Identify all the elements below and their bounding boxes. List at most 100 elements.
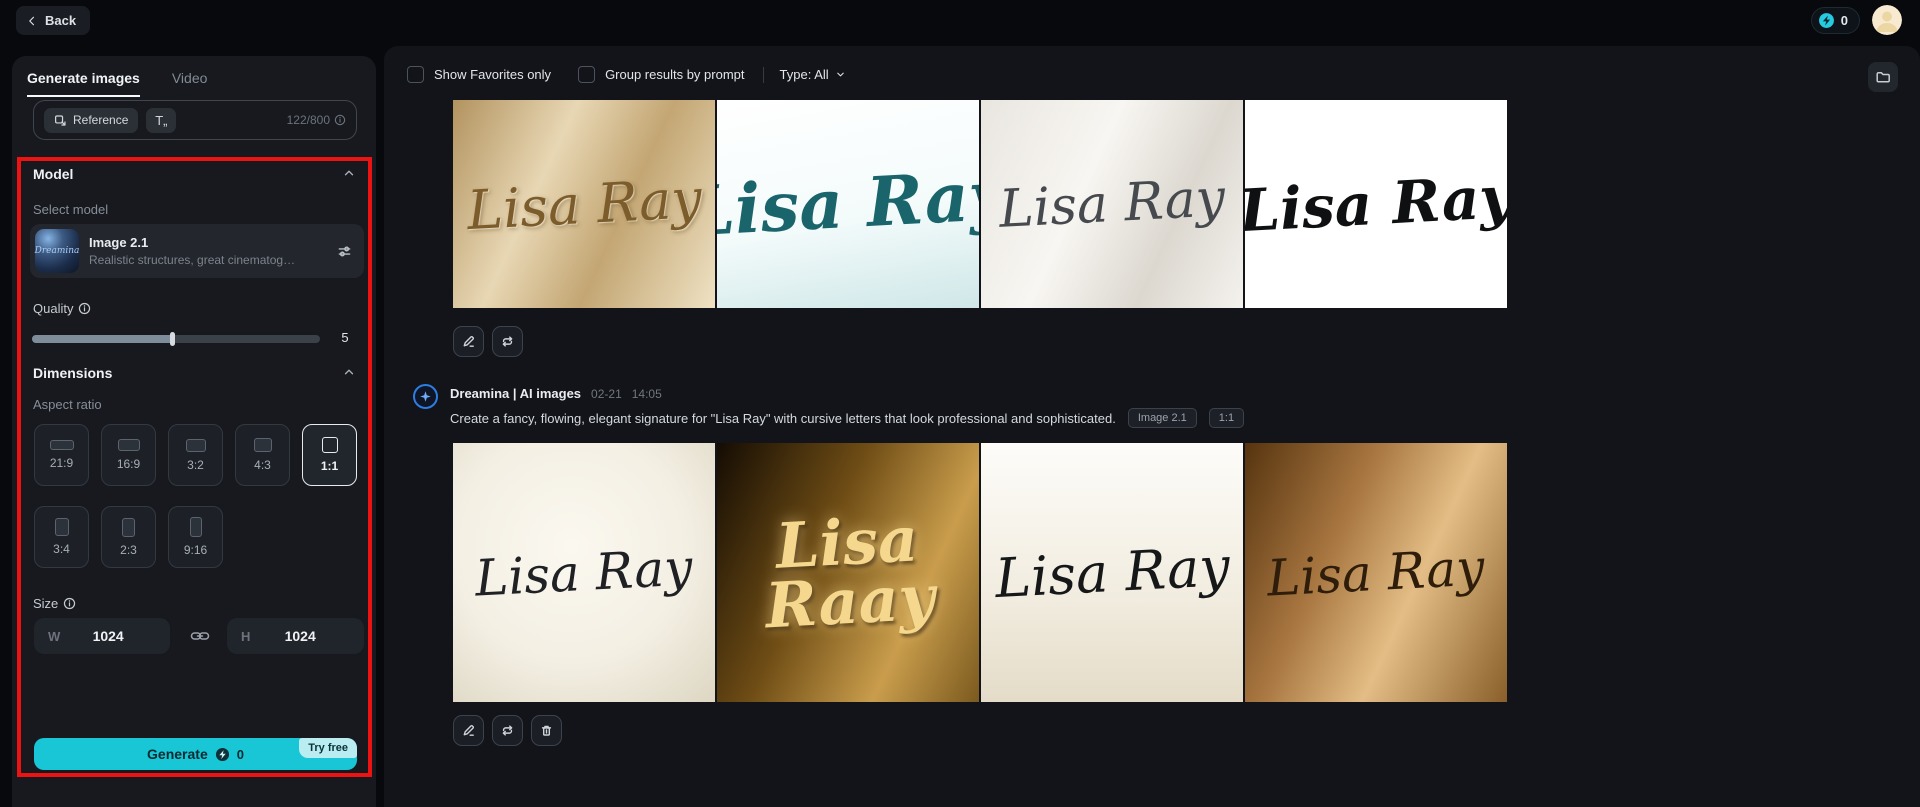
quality-label-row: Quality — [33, 301, 91, 316]
dimensions-section-title: Dimensions — [33, 365, 113, 381]
generated-image[interactable]: Lisa Ray — [981, 100, 1243, 308]
tab-generate-images[interactable]: Generate images — [27, 70, 140, 97]
size-info-icon — [63, 597, 76, 610]
group-label[interactable]: Group results by prompt — [605, 67, 744, 82]
height-label: H — [241, 628, 251, 644]
signature-text: Lisa Ray — [473, 537, 695, 608]
dreamina-ai-avatar — [413, 384, 438, 409]
generation-sidebar: Generate images Video Reference T„ 122/8… — [12, 56, 376, 807]
model-collapse-chevron-up-icon[interactable] — [342, 166, 356, 180]
generated-image[interactable]: Lisa Ray — [453, 100, 715, 308]
chevron-left-icon — [26, 15, 38, 27]
aspect-ratio-2-3[interactable]: 2:3 — [101, 506, 156, 568]
generated-image[interactable]: Lisa Ray — [453, 443, 715, 702]
quality-info-icon — [78, 302, 91, 315]
regenerate-button[interactable] — [492, 326, 523, 357]
quality-value: 5 — [341, 330, 349, 345]
signature-text: Lisa Ray — [1265, 537, 1487, 608]
delete-button[interactable] — [531, 715, 562, 746]
signature-text: Lisa Ray — [997, 168, 1227, 240]
aspect-ratio-21-9[interactable]: 21:9 — [34, 424, 89, 486]
credits-pill[interactable]: 0 — [1810, 6, 1860, 34]
link-dimensions-icon[interactable] — [190, 626, 210, 646]
regenerate-button[interactable] — [492, 715, 523, 746]
credit-coin-icon — [1818, 12, 1835, 29]
signature-text: Lisa Ray — [993, 534, 1231, 611]
ratio-shape — [185, 438, 206, 452]
signature-text: Lisa Raay — [763, 501, 936, 642]
aspect-ratio-16-9[interactable]: 16:9 — [101, 424, 156, 486]
repeat-icon — [500, 334, 515, 349]
generate-label: Generate — [147, 746, 208, 762]
width-field[interactable]: W 1024 — [34, 618, 170, 654]
generated-image[interactable]: Lisa Ray — [1245, 100, 1507, 308]
folder-button[interactable] — [1868, 62, 1898, 92]
group-checkbox[interactable] — [578, 66, 596, 83]
generation-prompt: Create a fancy, flowing, elegant signatu… — [450, 410, 1116, 426]
height-field[interactable]: H 1024 — [227, 618, 364, 654]
generated-image[interactable]: Lisa Ray — [1245, 443, 1507, 702]
reference-label: Reference — [73, 113, 129, 127]
credit-count: 0 — [1840, 12, 1848, 28]
model-card[interactable]: Dreamina Image 2.1 Realistic structures,… — [30, 224, 364, 278]
divider — [762, 66, 764, 83]
model-settings-icon[interactable] — [337, 244, 352, 259]
generated-image[interactable]: Lisa Ray — [981, 443, 1243, 702]
quality-slider[interactable] — [32, 332, 320, 346]
ratio-shape — [49, 440, 74, 450]
try-free-badge[interactable]: Try free — [299, 738, 357, 758]
dimensions-collapse-chevron-up-icon[interactable] — [342, 365, 356, 379]
result-row-2: Lisa Ray Lisa Raay Lisa Ray Lisa Ray — [453, 443, 1507, 702]
quality-slider-handle[interactable] — [170, 332, 175, 346]
ratio-shape — [189, 517, 202, 537]
filter-bar: Show Favorites only Group results by pro… — [407, 66, 846, 83]
ratio-shape — [54, 518, 69, 536]
reference-icon — [54, 114, 67, 127]
model-description: Realistic structures, great cinematog… — [89, 253, 296, 267]
back-button[interactable]: Back — [16, 6, 91, 35]
generated-image[interactable]: Lisa Raay — [717, 443, 979, 702]
aspect-ratio-9-16[interactable]: 9:16 — [168, 506, 223, 568]
text-prompt-button[interactable]: T„ — [146, 107, 177, 133]
width-value: 1024 — [92, 628, 124, 644]
aspect-ratio-row-1: 21:9 16:9 3:2 4:3 1:1 — [34, 424, 357, 486]
pencil-icon — [461, 723, 476, 738]
aspect-ratio-1-1-selected[interactable]: 1:1 — [302, 424, 357, 486]
topbar-right: 0 — [1810, 5, 1902, 35]
ratio-badge: 1:1 — [1208, 408, 1245, 428]
aspect-ratio-3-2[interactable]: 3:2 — [168, 424, 223, 486]
edit-button[interactable] — [453, 715, 484, 746]
signature-text: Lisa Ray — [465, 166, 703, 242]
results-area: Show Favorites only Group results by pro… — [384, 46, 1920, 807]
chevron-down-icon — [835, 69, 846, 80]
pencil-icon — [461, 334, 476, 349]
reference-button[interactable]: Reference — [44, 107, 139, 133]
aspect-ratio-4-3[interactable]: 4:3 — [235, 424, 290, 486]
generate-credit-cost: 0 — [236, 746, 244, 762]
model-badge: Image 2.1 — [1127, 408, 1197, 428]
quality-slider-fill — [32, 335, 174, 343]
aspect-ratio-3-4[interactable]: 3:4 — [34, 506, 89, 568]
aspect-ratio-label: Aspect ratio — [33, 397, 102, 412]
type-filter-label: Type: All — [779, 67, 829, 82]
tab-video[interactable]: Video — [172, 70, 208, 97]
ratio-shape — [321, 437, 338, 453]
sidebar-tabs: Generate images Video — [27, 70, 207, 97]
model-thumbnail: Dreamina — [35, 229, 79, 273]
user-avatar[interactable] — [1872, 5, 1902, 35]
height-value: 1024 — [284, 628, 316, 644]
size-label-row: Size — [33, 596, 76, 611]
result-actions-2 — [453, 715, 562, 746]
generation-prompt-row: Create a fancy, flowing, elegant signatu… — [450, 408, 1245, 428]
favorites-label[interactable]: Show Favorites only — [434, 67, 551, 82]
ratio-shape — [122, 517, 135, 537]
generate-button[interactable]: Generate 0 Try free — [34, 738, 357, 770]
generated-image[interactable]: Lisa Ray — [717, 100, 979, 308]
repeat-icon — [500, 723, 515, 738]
generation-date: 02-21 — [591, 387, 622, 401]
generation-header: Dreamina | AI images 02-21 14:05 — [450, 386, 662, 401]
select-model-label: Select model — [33, 202, 109, 217]
edit-button[interactable] — [453, 326, 484, 357]
type-filter-dropdown[interactable]: Type: All — [780, 67, 846, 82]
favorites-checkbox[interactable] — [407, 66, 424, 83]
